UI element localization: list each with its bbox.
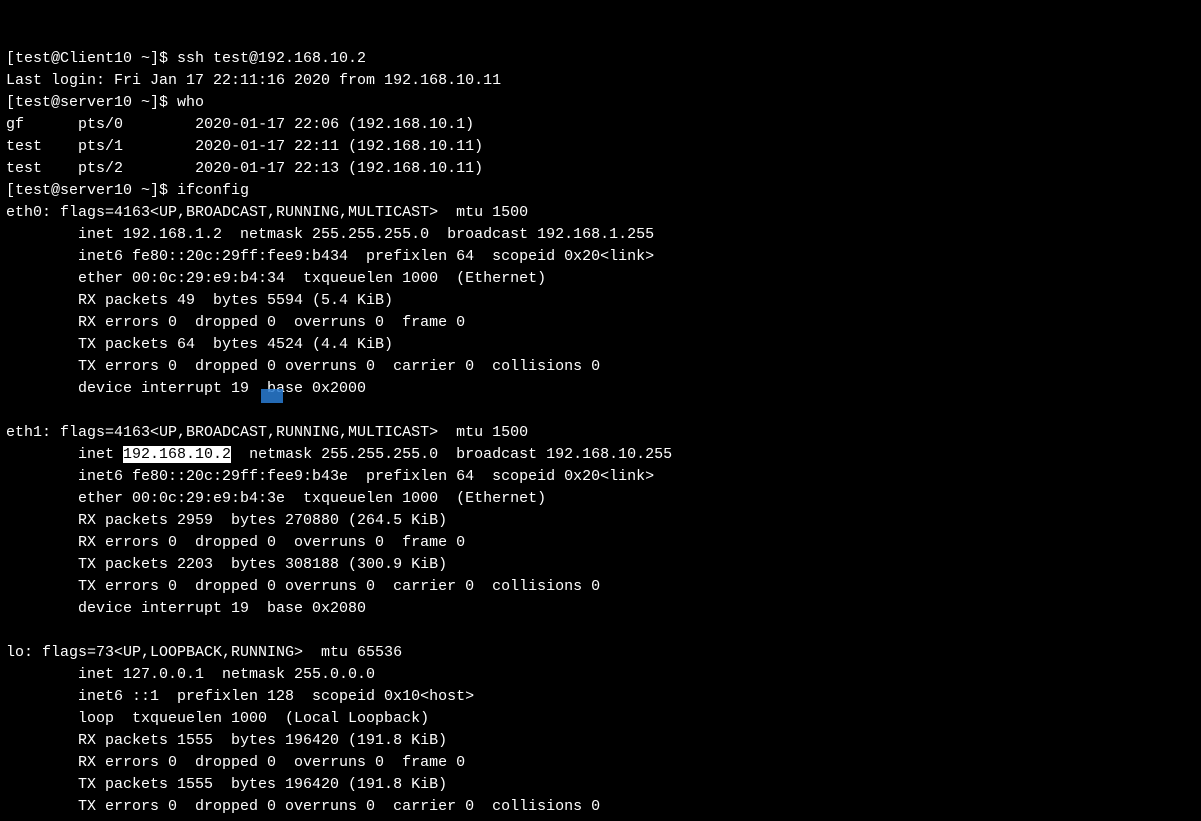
eth0-inet6: inet6 fe80::20c:29ff:fee9:b434 prefixlen… — [6, 248, 654, 265]
cmd-ssh: ssh test@192.168.10.2 — [177, 50, 366, 67]
terminal-window[interactable]: [test@Client10 ~]$ ssh test@192.168.10.2… — [0, 0, 1201, 821]
eth1-ether: ether 00:0c:29:e9:b4:3e txqueuelen 1000 … — [6, 490, 546, 507]
eth0-dev: device interrupt 19 base 0x2000 — [6, 380, 366, 397]
prompt-client: [test@Client10 ~]$ — [6, 50, 177, 67]
who-row: test pts/1 2020-01-17 22:11 (192.168.10.… — [6, 138, 483, 155]
cmd-who: who — [177, 94, 204, 111]
cmd-ifconfig: ifconfig — [177, 182, 249, 199]
eth1-txe: TX errors 0 dropped 0 overruns 0 carrier… — [6, 578, 600, 595]
who-row: gf pts/0 2020-01-17 22:06 (192.168.10.1) — [6, 116, 474, 133]
eth0-txp: TX packets 64 bytes 4524 (4.4 KiB) — [6, 336, 393, 353]
eth1-ip-highlight: 192.168.10.2 — [123, 446, 231, 463]
eth0-inet: inet 192.168.1.2 netmask 255.255.255.0 b… — [6, 226, 654, 243]
eth1-txp: TX packets 2203 bytes 308188 (300.9 KiB) — [6, 556, 447, 573]
eth1-rxp: RX packets 2959 bytes 270880 (264.5 KiB) — [6, 512, 447, 529]
eth0-txe: TX errors 0 dropped 0 overruns 0 carrier… — [6, 358, 600, 375]
lo-loop: loop txqueuelen 1000 (Local Loopback) — [6, 710, 429, 727]
who-row: test pts/2 2020-01-17 22:13 (192.168.10.… — [6, 160, 483, 177]
eth1-inet: inet 192.168.10.2 netmask 255.255.255.0 … — [6, 446, 672, 463]
prompt-server: [test@server10 ~]$ — [6, 94, 177, 111]
eth0-ether: ether 00:0c:29:e9:b4:34 txqueuelen 1000 … — [6, 270, 546, 287]
lo-inet: inet 127.0.0.1 netmask 255.0.0.0 — [6, 666, 375, 683]
lo-txp: TX packets 1555 bytes 196420 (191.8 KiB) — [6, 776, 447, 793]
prompt-server: [test@server10 ~]$ — [6, 182, 177, 199]
lo-txe: TX errors 0 dropped 0 overruns 0 carrier… — [6, 798, 600, 815]
eth0-rxe: RX errors 0 dropped 0 overruns 0 frame 0 — [6, 314, 465, 331]
eth1-rxe: RX errors 0 dropped 0 overruns 0 frame 0 — [6, 534, 465, 551]
lo-header: lo: flags=73<UP,LOOPBACK,RUNNING> mtu 65… — [6, 644, 402, 661]
last-login: Last login: Fri Jan 17 22:11:16 2020 fro… — [6, 72, 501, 89]
lo-rxp: RX packets 1555 bytes 196420 (191.8 KiB) — [6, 732, 447, 749]
eth1-dev: device interrupt 19 base 0x2080 — [6, 600, 366, 617]
lo-rxe: RX errors 0 dropped 0 overruns 0 frame 0 — [6, 754, 465, 771]
eth0-header: eth0: flags=4163<UP,BROADCAST,RUNNING,MU… — [6, 204, 528, 221]
lo-inet6: inet6 ::1 prefixlen 128 scopeid 0x10<hos… — [6, 688, 474, 705]
eth1-inet6: inet6 fe80::20c:29ff:fee9:b43e prefixlen… — [6, 468, 654, 485]
eth0-rxp: RX packets 49 bytes 5594 (5.4 KiB) — [6, 292, 393, 309]
eth1-header: eth1: flags=4163<UP,BROADCAST,RUNNING,MU… — [6, 424, 528, 441]
